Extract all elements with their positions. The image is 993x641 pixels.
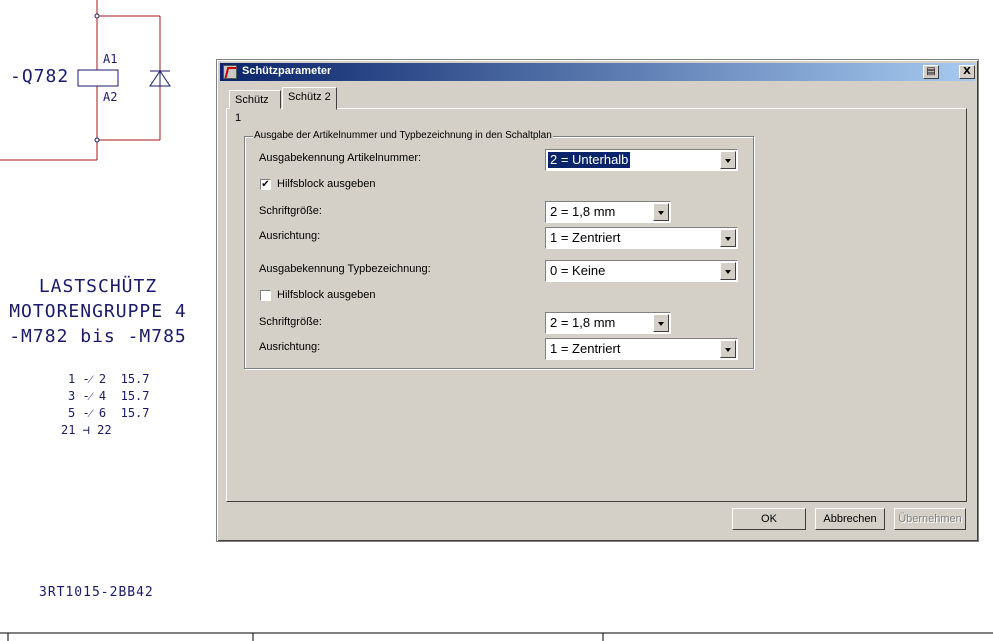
coil-terminal-a1: A1	[103, 52, 118, 66]
type-aux-checkbox[interactable]	[260, 290, 271, 301]
schematic-title-line-3: -M782 bis -M785	[9, 326, 187, 347]
device-tag: -Q782	[10, 66, 70, 87]
article-font-value: 2 = 1,8 mm	[550, 204, 616, 219]
article-align-select[interactable]: 1 = Zentriert	[545, 227, 738, 249]
article-aux-checkbox[interactable]: ✔	[260, 179, 271, 190]
ok-button[interactable]: OK	[732, 508, 806, 530]
tab-contactor-2[interactable]: Schütz 2	[282, 87, 337, 110]
chevron-down-icon[interactable]	[720, 151, 736, 169]
type-output-select[interactable]: 0 = Keine	[545, 260, 738, 282]
dialog-title: Schützparameter	[242, 65, 332, 77]
article-align-label: Ausrichtung:	[259, 230, 321, 242]
apply-button[interactable]: Übernehmen	[894, 508, 966, 530]
chevron-down-icon[interactable]	[653, 314, 669, 332]
dialog-titlebar[interactable]: Schützparameter ▤ X	[220, 63, 975, 81]
type-font-label: Schriftgröße:	[259, 316, 322, 328]
type-font-select[interactable]: 2 = 1,8 mm	[545, 312, 671, 334]
article-font-label: Schriftgröße:	[259, 205, 322, 217]
article-output-value: 2 = Unterhalb	[548, 152, 631, 168]
chevron-down-icon[interactable]	[720, 262, 736, 280]
close-button[interactable]: X	[959, 65, 975, 79]
type-output-value: 0 = Keine	[550, 263, 606, 278]
article-align-value: 1 = Zentriert	[550, 230, 621, 245]
contact-row: 1 -⁄ 2 15.7	[68, 372, 150, 386]
group-title: Ausgabe der Artikelnummer und Typbezeich…	[253, 130, 553, 141]
type-output-label: Ausgabekennung Typbezeichnung:	[259, 263, 431, 275]
article-font-select[interactable]: 2 = 1,8 mm	[545, 201, 671, 223]
schematic-title-line-2: MOTORENGRUPPE 4	[9, 301, 187, 322]
app-icon	[223, 65, 237, 79]
chevron-down-icon[interactable]	[720, 340, 736, 358]
tab-contactor-1[interactable]: Schütz 1	[229, 90, 281, 124]
type-align-label: Ausrichtung:	[259, 341, 321, 353]
article-aux-label: Hilfsblock ausgeben	[277, 178, 376, 190]
type-font-value: 2 = 1,8 mm	[550, 315, 616, 330]
coil-terminal-a2: A2	[103, 90, 118, 104]
contact-row: 3 -⁄ 4 15.7	[68, 389, 150, 403]
contact-row: 5 -⁄ 6 15.7	[68, 406, 150, 420]
chevron-down-icon[interactable]	[653, 203, 669, 221]
order-number: 3RT1015-2BB42	[39, 585, 154, 600]
type-align-value: 1 = Zentriert	[550, 341, 621, 356]
contactor-parameters-dialog: Schützparameter ▤ X Schütz 1 Schütz 2 Au…	[216, 59, 979, 542]
schematic-title-line-1: LASTSCHÜTZ	[38, 276, 158, 297]
article-output-label: Ausgabekennung Artikelnummer:	[259, 152, 422, 164]
contact-row: 21 ⊣ 22	[61, 423, 112, 437]
chevron-down-icon[interactable]	[720, 229, 736, 247]
printer-icon[interactable]: ▤	[923, 65, 939, 79]
type-align-select[interactable]: 1 = Zentriert	[545, 338, 738, 360]
type-aux-label: Hilfsblock ausgeben	[277, 289, 376, 301]
cancel-button[interactable]: Abbrechen	[815, 508, 885, 530]
article-output-select[interactable]: 2 = Unterhalb	[545, 149, 738, 171]
